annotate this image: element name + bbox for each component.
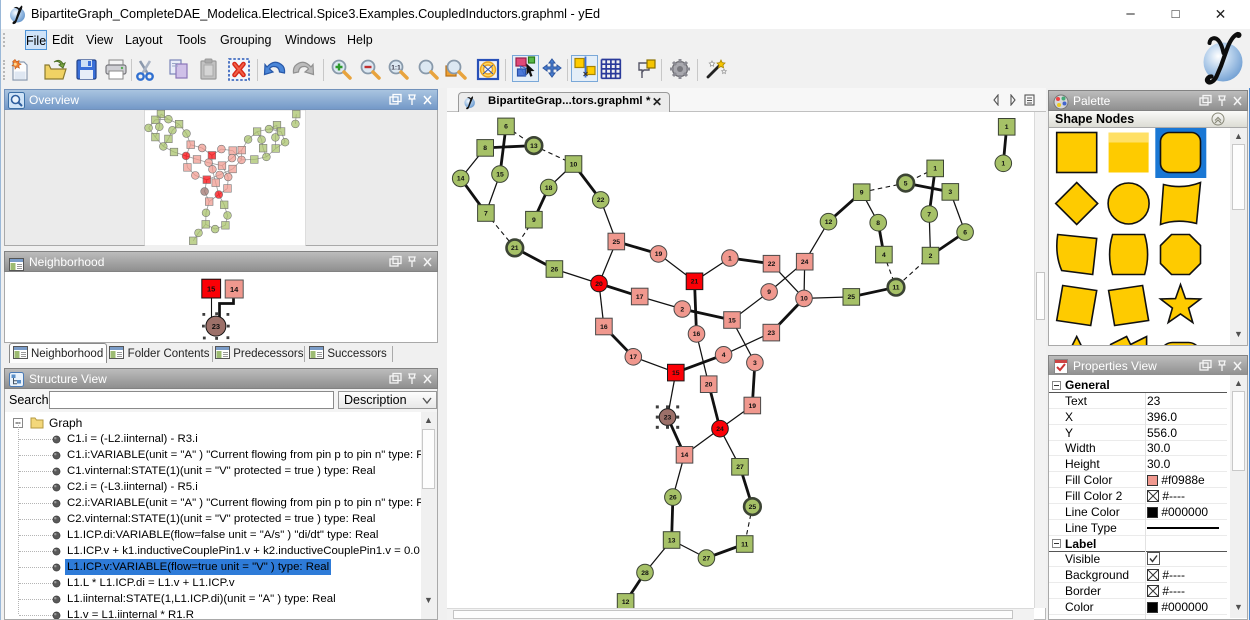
svg-text:1:1: 1:1 <box>391 65 401 72</box>
svg-text:21: 21 <box>691 279 699 286</box>
svg-text:19: 19 <box>749 403 757 410</box>
svg-text:19: 19 <box>655 251 663 258</box>
svg-text:22: 22 <box>597 197 605 204</box>
svg-text:26: 26 <box>551 266 559 273</box>
svg-text:15: 15 <box>207 285 215 294</box>
svg-text:8: 8 <box>483 145 487 152</box>
svg-text:15: 15 <box>496 171 504 178</box>
svg-text:3: 3 <box>753 360 757 367</box>
svg-text:20: 20 <box>705 382 713 389</box>
svg-text:5: 5 <box>904 180 908 187</box>
svg-text:1: 1 <box>933 166 937 173</box>
svg-text:9: 9 <box>860 190 864 197</box>
svg-text:15: 15 <box>672 370 680 377</box>
svg-text:9: 9 <box>767 289 771 296</box>
svg-text:22: 22 <box>768 261 776 268</box>
svg-text:23: 23 <box>768 330 776 337</box>
svg-text:16: 16 <box>600 324 608 331</box>
svg-text:21: 21 <box>511 245 519 252</box>
svg-text:14: 14 <box>230 285 239 294</box>
svg-text:10: 10 <box>570 161 578 168</box>
svg-text:16: 16 <box>693 331 701 338</box>
svg-text:18: 18 <box>545 185 553 192</box>
svg-text:14: 14 <box>457 176 465 183</box>
svg-text:17: 17 <box>630 354 638 361</box>
svg-text:25: 25 <box>749 504 757 511</box>
svg-text:13: 13 <box>668 537 676 544</box>
svg-text:27: 27 <box>703 555 711 562</box>
svg-text:2: 2 <box>680 306 684 313</box>
svg-text:10: 10 <box>800 296 808 303</box>
svg-text:17: 17 <box>636 294 644 301</box>
svg-text:25: 25 <box>848 294 856 301</box>
svg-text:20: 20 <box>595 281 603 288</box>
svg-text:1: 1 <box>1005 124 1009 131</box>
svg-text:23: 23 <box>212 322 220 331</box>
svg-text:12: 12 <box>622 599 630 606</box>
svg-text:24: 24 <box>716 426 724 433</box>
svg-text:23: 23 <box>664 414 672 421</box>
svg-text:15: 15 <box>728 317 736 324</box>
svg-text:7: 7 <box>484 210 488 217</box>
svg-text:1: 1 <box>1001 161 1005 168</box>
svg-text:3: 3 <box>948 189 952 196</box>
svg-text:28: 28 <box>641 570 649 577</box>
svg-text:26: 26 <box>669 494 677 501</box>
svg-text:4: 4 <box>882 252 886 259</box>
svg-text:1: 1 <box>728 255 732 262</box>
svg-text:2: 2 <box>929 253 933 260</box>
svg-text:4: 4 <box>722 352 726 359</box>
svg-text:24: 24 <box>801 259 809 266</box>
svg-text:27: 27 <box>736 464 744 471</box>
svg-text:14: 14 <box>681 452 689 459</box>
svg-text:6: 6 <box>963 229 967 236</box>
svg-text:25: 25 <box>613 239 621 246</box>
svg-text:13: 13 <box>530 143 538 150</box>
svg-text:8: 8 <box>876 220 880 227</box>
svg-text:6: 6 <box>504 124 508 131</box>
svg-text:12: 12 <box>825 219 833 226</box>
svg-text:9: 9 <box>532 217 536 224</box>
svg-text:11: 11 <box>892 285 899 292</box>
svg-text:7: 7 <box>927 211 931 218</box>
svg-text:11: 11 <box>741 541 748 548</box>
